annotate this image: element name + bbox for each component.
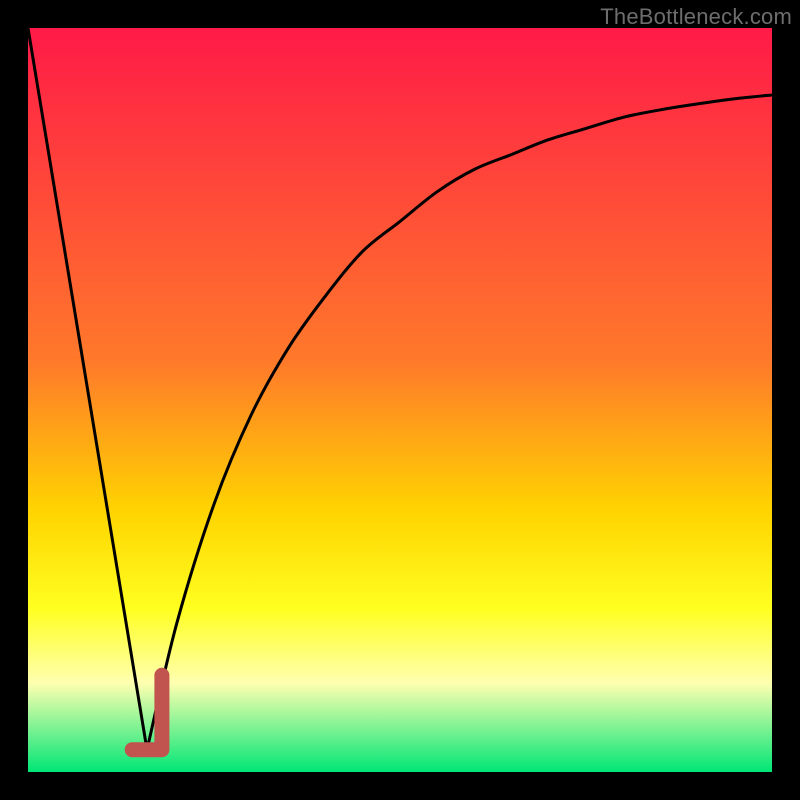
chart-plot-area: [28, 28, 772, 772]
chart-svg: [28, 28, 772, 772]
watermark-text: TheBottleneck.com: [600, 4, 792, 30]
chart-frame: TheBottleneck.com: [0, 0, 800, 800]
chart-background: [28, 28, 772, 772]
